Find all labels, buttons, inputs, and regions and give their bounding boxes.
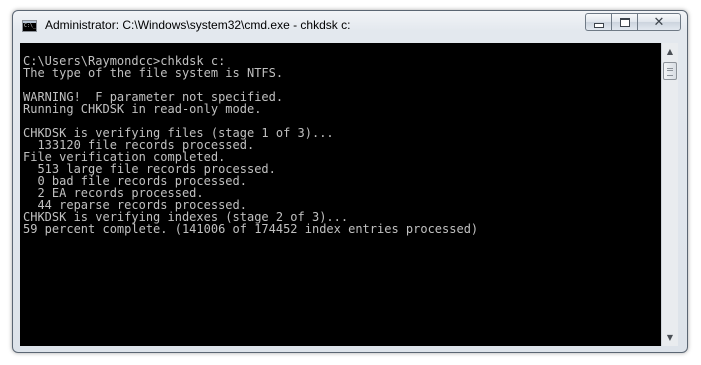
maximize-icon [619,17,630,27]
console-output-area[interactable]: C:\Users\Raymondcc>chkdsk c: The type of … [20,43,661,346]
console-line: 59 percent complete. (141006 of 174452 i… [23,222,479,236]
scroll-thumb[interactable] [663,62,677,80]
close-button[interactable]: ✕ [637,13,681,31]
scroll-up-icon: ▲ [666,47,674,56]
console-line: The type of the file system is NTFS. [23,66,284,80]
minimize-icon [593,22,604,28]
scroll-down-icon: ▼ [666,333,674,342]
close-icon: ✕ [653,14,665,30]
window-controls: ✕ [585,13,681,32]
window-title: Administrator: C:\Windows\system32\cmd.e… [45,18,351,32]
console-window: Administrator: C:\Windows\system32\cmd.e… [12,10,688,353]
vertical-scrollbar[interactable]: ▲ ▼ [661,43,678,346]
maximize-button[interactable] [611,13,637,31]
cmd-console-icon[interactable] [22,20,37,32]
console-line: Running CHKDSK in read-only mode. [23,102,262,116]
console-text: C:\Users\Raymondcc>chkdsk c: The type of … [20,43,661,235]
minimize-button[interactable] [585,13,611,31]
scroll-down-button[interactable]: ▼ [662,329,678,346]
title-bar[interactable]: Administrator: C:\Windows\system32\cmd.e… [13,11,687,41]
scroll-up-button[interactable]: ▲ [662,43,678,60]
